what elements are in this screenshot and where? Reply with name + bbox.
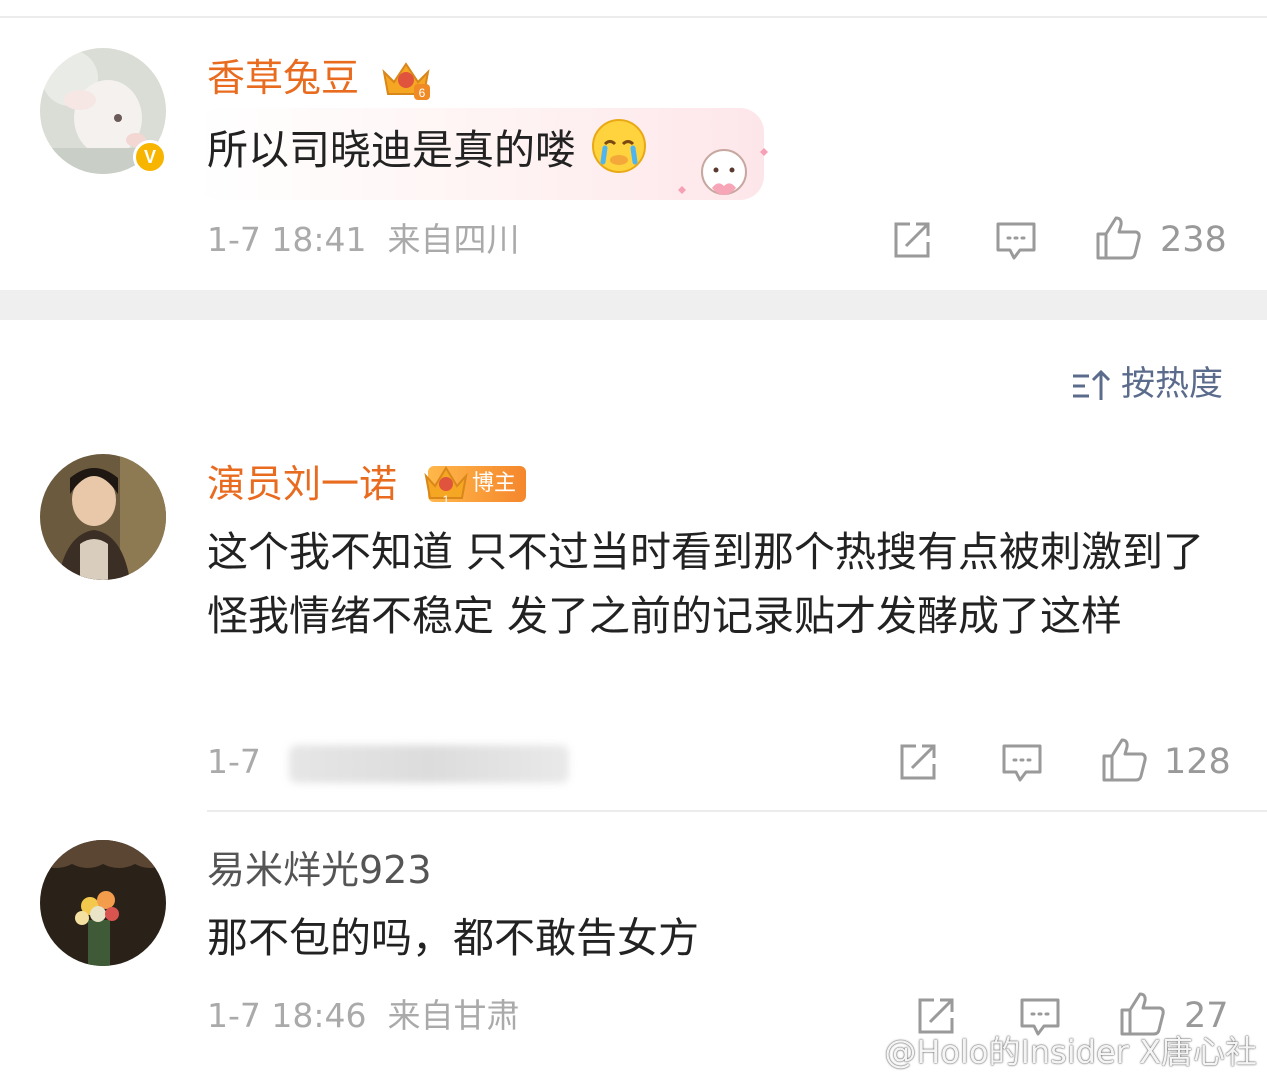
comment-meta: 1-7 18:46 来自甘肃 <box>207 996 519 1036</box>
sort-label: 按热度 <box>1121 364 1223 404</box>
share-button[interactable] <box>894 738 942 786</box>
host-badge-label: 博主 <box>472 471 517 496</box>
watermark: @Holo的Insider X唐心社 <box>834 1032 1257 1072</box>
cartoon-sheep-sticker-icon <box>678 148 768 195</box>
share-icon <box>894 222 930 258</box>
comment-item: V 香草兔豆 6 所以司晓迪是真的喽 1-7 18:41 来自四川 238 <box>0 0 1267 290</box>
comment-divider <box>207 810 1267 812</box>
like-button[interactable] <box>1100 736 1148 784</box>
comment-text: 所以司晓迪是真的喽 <box>207 118 647 182</box>
thumbs-up-icon <box>1120 992 1165 1036</box>
comment-meta: 1-7 <box>207 742 569 783</box>
comment-location: 来自甘肃 <box>387 996 520 1035</box>
verified-badge: V <box>133 140 167 174</box>
avatar[interactable] <box>40 454 166 580</box>
reply-button[interactable] <box>998 738 1046 786</box>
comment-date: 1-7 18:41 <box>207 220 367 259</box>
like-count: 238 <box>1160 220 1227 260</box>
like-button[interactable] <box>1094 214 1142 262</box>
avatar[interactable] <box>40 840 166 966</box>
weibo-logo-icon <box>836 1039 877 1071</box>
crying-emoji-icon <box>592 119 647 173</box>
comment-text: 这个我不知道 只不过当时看到那个热搜有点被刺激到了 怪我情绪不稳定 发了之前的记… <box>207 528 1205 640</box>
watermark-text: @Holo的Insider X唐心社 <box>884 1033 1257 1071</box>
share-icon <box>900 744 936 780</box>
comment-page: V 香草兔豆 6 所以司晓迪是真的喽 1-7 18:41 来自四川 238 按热… <box>0 0 1267 1080</box>
share-button[interactable] <box>888 216 936 264</box>
comment-icon <box>1002 744 1042 782</box>
thumbs-up-icon <box>1096 216 1141 260</box>
thumbs-up-icon <box>1102 738 1147 782</box>
comment-meta: 1-7 18:41 来自四川 <box>207 220 519 260</box>
host-crown-icon: 1 <box>424 466 468 506</box>
like-count: 27 <box>1184 996 1229 1036</box>
comment-icon <box>996 222 1036 260</box>
comment-date: 1-7 18:46 <box>207 996 367 1035</box>
like-count: 128 <box>1164 742 1231 782</box>
blurred-location <box>288 744 569 783</box>
sort-by-heat-button[interactable]: 按热度 <box>1071 360 1223 408</box>
comment-location: 来自四川 <box>387 220 520 259</box>
host-badge: 1 博主 <box>424 466 527 506</box>
section-separator <box>0 290 1267 320</box>
comment-text: 那不包的吗，都不敢告女方 <box>207 914 699 962</box>
comment-text-content: 所以司晓迪是真的喽 <box>207 126 576 174</box>
like-button[interactable] <box>1118 990 1166 1038</box>
comment-date: 1-7 <box>207 742 261 781</box>
fan-level-crown-icon: 6 <box>382 62 430 100</box>
actress-avatar-image <box>40 454 166 580</box>
fan-level-number: 6 <box>419 86 426 100</box>
username[interactable]: 易米烊光923 <box>207 848 432 892</box>
host-level-number: 1 <box>443 493 450 506</box>
sort-icon <box>1073 369 1111 400</box>
username[interactable]: 香草兔豆 <box>207 56 359 100</box>
username[interactable]: 演员刘一诺 <box>207 462 397 506</box>
flowers-avatar-image <box>40 840 166 966</box>
reply-button[interactable] <box>992 216 1040 264</box>
